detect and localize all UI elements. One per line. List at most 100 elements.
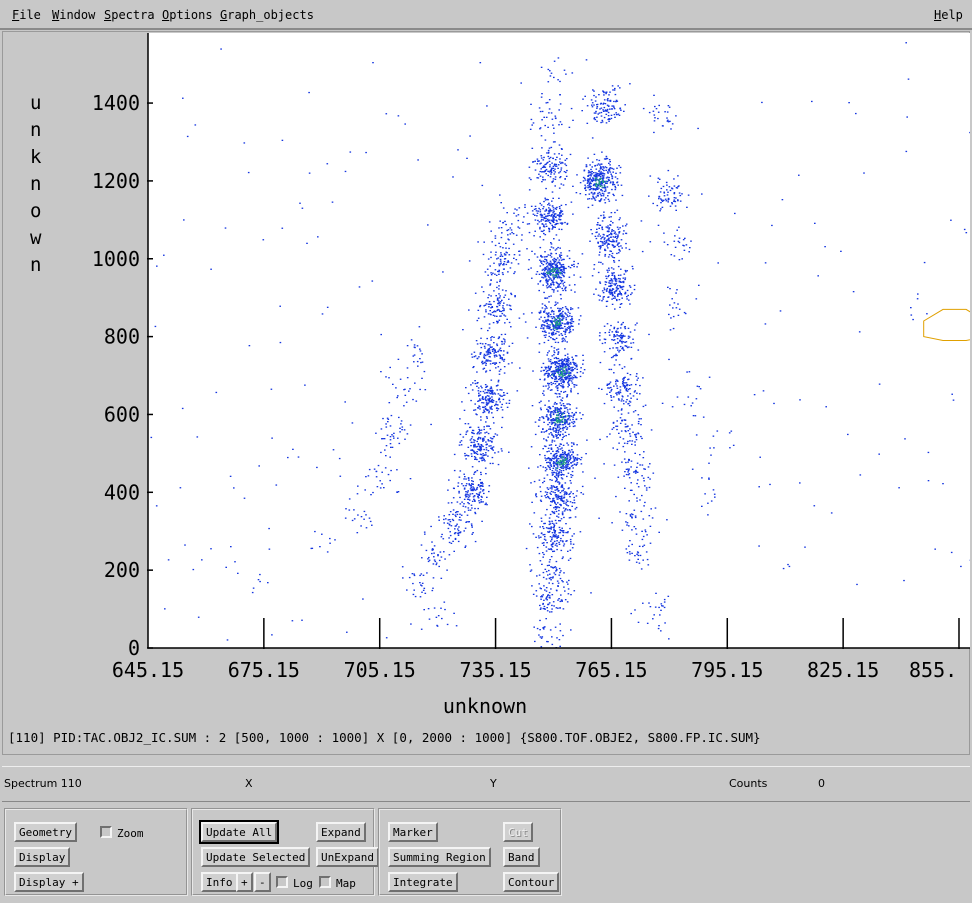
data-point (608, 120, 610, 122)
data-point (558, 331, 560, 333)
data-point (643, 468, 645, 470)
data-point (385, 376, 387, 378)
scatter-plot[interactable] (148, 33, 970, 648)
data-point (658, 606, 660, 609)
data-point (550, 219, 553, 221)
data-point (607, 256, 610, 258)
data-point (545, 285, 548, 287)
data-point (543, 200, 545, 203)
data-point (668, 186, 671, 188)
data-point (556, 357, 558, 360)
data-point (562, 467, 565, 469)
data-point (543, 599, 545, 601)
data-point (518, 254, 521, 256)
menu-bar: File Window Spectra Options Graph_object… (0, 0, 972, 30)
data-point (457, 485, 459, 487)
data-point (573, 420, 575, 423)
data-point (482, 483, 484, 485)
data-point (494, 452, 496, 454)
data-point (617, 277, 620, 280)
data-point (493, 352, 495, 354)
data-point (566, 442, 568, 444)
cluster (531, 289, 582, 356)
data-point (555, 337, 558, 339)
data-point (557, 79, 559, 81)
data-point (351, 519, 354, 522)
data-point (478, 500, 480, 502)
data-point (664, 198, 667, 200)
data-point (582, 372, 584, 374)
data-point (539, 486, 541, 488)
data-point (535, 496, 538, 498)
data-point (562, 327, 564, 329)
data-point (513, 257, 515, 259)
menu-window[interactable]: Window (52, 8, 95, 22)
data-point (485, 371, 487, 373)
data-point (541, 119, 543, 121)
data-point (259, 573, 261, 576)
data-point (545, 278, 548, 281)
data-point (500, 333, 503, 336)
data-point (508, 321, 511, 324)
data-point (621, 346, 624, 349)
data-point (615, 383, 617, 385)
data-point (566, 321, 568, 324)
data-point (557, 353, 559, 355)
data-point (553, 289, 555, 291)
data-point (545, 445, 547, 448)
data-point (606, 436, 608, 438)
data-point (663, 598, 666, 601)
data-point (554, 371, 556, 373)
data-point (621, 382, 624, 385)
data-point (433, 607, 436, 609)
data-point (553, 526, 555, 529)
menu-graph-objects[interactable]: Graph_objects (220, 8, 314, 22)
data-point (463, 498, 466, 500)
data-point (554, 423, 557, 425)
data-point (552, 227, 554, 229)
data-point (486, 354, 489, 356)
data-point (499, 295, 501, 297)
data-point (579, 182, 582, 184)
data-point (533, 480, 536, 483)
data-point (600, 173, 602, 175)
menu-help[interactable]: Help (934, 8, 963, 22)
data-point (686, 206, 688, 208)
data-point (603, 116, 606, 119)
data-point (625, 513, 628, 515)
data-point (475, 493, 478, 495)
data-point (538, 273, 541, 275)
data-point (675, 197, 677, 199)
data-point (536, 163, 539, 165)
data-point (648, 602, 650, 604)
menu-file[interactable]: File (12, 8, 41, 22)
data-point (595, 231, 597, 234)
data-point (560, 496, 563, 498)
data-point (614, 308, 616, 310)
data-point (572, 452, 574, 454)
data-point (678, 185, 680, 187)
data-point (496, 389, 499, 391)
data-point (453, 612, 455, 614)
data-point (550, 383, 553, 386)
data-point (473, 356, 476, 358)
plot-area[interactable] (148, 33, 970, 648)
data-point (557, 285, 559, 287)
data-point (559, 492, 562, 494)
data-point (497, 393, 500, 395)
data-point (559, 103, 562, 105)
data-point (637, 423, 640, 425)
data-point (471, 389, 474, 391)
data-point (637, 486, 640, 488)
data-point (492, 449, 494, 451)
data-point (601, 290, 604, 292)
data-point (487, 389, 490, 391)
data-point (489, 310, 491, 312)
data-point (626, 524, 628, 526)
data-point (549, 629, 552, 631)
data-point (353, 518, 356, 520)
data-point (552, 567, 554, 569)
data-point (566, 475, 568, 478)
menu-spectra[interactable]: Spectra (104, 8, 155, 22)
menu-options[interactable]: Options (162, 8, 213, 22)
